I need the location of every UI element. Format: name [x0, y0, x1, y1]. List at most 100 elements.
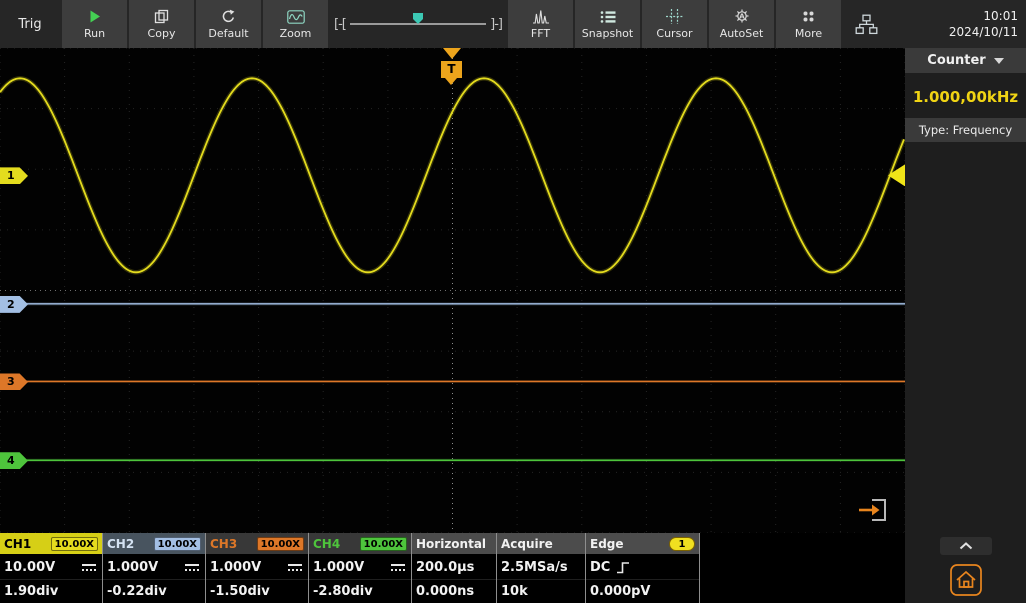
channel-label: CH2 — [107, 536, 135, 551]
graticule-and-traces — [0, 48, 905, 533]
sample-rate-row: 2.5MSa/s — [497, 555, 585, 579]
vertical-offset: -1.50div — [210, 584, 270, 599]
slider-right-bracket: ]-] — [490, 16, 503, 32]
vertical-offset: 1.90div — [4, 584, 59, 599]
reset-icon — [221, 8, 236, 24]
ch1-scale-row: 10.00V — [0, 555, 102, 579]
lan-topology-icon[interactable] — [843, 0, 889, 48]
ch4-status-tile[interactable]: CH4 10.00X 1.000V -2.80div — [309, 533, 412, 603]
play-icon — [87, 8, 102, 24]
trigger-status-tile[interactable]: Edge 1 DC 0.000pV — [586, 533, 700, 603]
run-button[interactable]: Run — [62, 0, 127, 48]
autoset-button[interactable]: A AutoSet — [709, 0, 774, 48]
probe-factor-badge: 10.00X — [359, 536, 407, 551]
probe-factor-badge: 10.00X — [50, 536, 98, 551]
ch2-status-header: CH2 10.00X — [103, 533, 205, 555]
force-trigger-icon[interactable] — [857, 497, 889, 523]
ch4-marker-label: 4 — [7, 454, 15, 468]
horizontal-label: Horizontal — [416, 536, 487, 551]
acquire-status-header: Acquire — [497, 533, 585, 555]
ch3-marker-label: 3 — [7, 375, 15, 389]
autoset-label: AutoSet — [719, 27, 764, 40]
probe-factor-badge: 10.00X — [153, 536, 201, 551]
vertical-offset: -0.22div — [107, 584, 167, 599]
measure-sidebar: Counter 1.000,00kHz Type: Frequency — [905, 48, 1026, 603]
trigger-coupling-row: DC — [586, 555, 699, 579]
counter-value: 1.000,00kHz — [912, 88, 1019, 106]
ch3-offset-row: -1.50div — [206, 579, 308, 603]
ch3-status-header: CH3 10.00X — [206, 533, 308, 555]
ch2-offset-row: -0.22div — [103, 579, 205, 603]
dc-coupling-icon — [288, 563, 302, 572]
horizontal-status-header: Horizontal — [412, 533, 496, 555]
top-toolbar: Trig Run Copy Default Zoom [-[ ]-] FFT S… — [0, 0, 1026, 48]
default-label: Default — [208, 27, 249, 40]
ch3-scale-row: 1.000V — [206, 555, 308, 579]
trigger-source-badge: 1 — [669, 536, 695, 551]
copy-icon — [154, 8, 169, 24]
chevron-up-icon — [959, 542, 972, 550]
ch1-marker-label: 1 — [7, 169, 15, 183]
dc-coupling-icon — [185, 563, 199, 572]
default-button[interactable]: Default — [196, 0, 261, 48]
run-label: Run — [83, 27, 106, 40]
status-bar: CH1 10.00X 10.00V 1.90div CH2 10.00X 1.0… — [0, 533, 905, 603]
counter-dropdown[interactable]: Counter — [905, 48, 1026, 73]
more-button[interactable]: More — [776, 0, 841, 48]
horizontal-status-tile[interactable]: Horizontal 200.0µs 0.000ns — [412, 533, 497, 603]
channel-label: CH4 — [313, 536, 341, 551]
clock-time: 10:01 — [983, 8, 1018, 23]
vertical-scale: 1.000V — [313, 559, 365, 575]
snapshot-button[interactable]: Snapshot — [575, 0, 640, 48]
svg-text:A: A — [739, 13, 745, 21]
cursor-button[interactable]: Cursor — [642, 0, 707, 48]
collapse-up-button[interactable] — [939, 537, 992, 555]
trigger-level-value: 0.000pV — [590, 584, 651, 599]
channel-label: CH1 — [4, 536, 32, 551]
trigger-type-label: Edge — [590, 536, 624, 551]
timebase-value: 200.0µs — [416, 559, 475, 575]
timebase-row: 200.0µs — [412, 555, 496, 579]
trig-menu[interactable]: Trig — [0, 0, 60, 48]
trigger-level-row: 0.000pV — [586, 579, 699, 603]
probe-factor-badge: 10.00X — [256, 536, 304, 551]
vertical-offset: -2.80div — [313, 584, 373, 599]
channel-label: CH3 — [210, 536, 238, 551]
vertical-scale: 1.000V — [107, 559, 159, 575]
memory-depth-value: 10k — [501, 584, 528, 599]
copy-label: Copy — [147, 27, 176, 40]
ch3-status-tile[interactable]: CH3 10.00X 1.000V -1.50div — [206, 533, 309, 603]
delay-value: 0.000ns — [416, 584, 475, 599]
display-column: T 1 2 3 4 CH1 10.00X 10.00V 1.90div CH2 … — [0, 48, 905, 603]
rising-edge-icon — [617, 561, 630, 573]
slider-left-bracket: [-[ — [334, 16, 347, 32]
cursor-icon — [666, 8, 683, 24]
copy-button[interactable]: Copy — [129, 0, 194, 48]
waveform-display[interactable]: T 1 2 3 4 — [0, 48, 905, 533]
clock: 10:01 2024/10/11 — [949, 0, 1026, 48]
slider-thumb-icon[interactable] — [413, 13, 423, 24]
ch4-status-header: CH4 10.00X — [309, 533, 411, 555]
fft-button[interactable]: FFT — [508, 0, 573, 48]
oscilloscope-app: Trig Run Copy Default Zoom [-[ ]-] FFT S… — [0, 0, 1026, 603]
trigger-coupling-value: DC — [590, 559, 611, 575]
ch4-scale-row: 1.000V — [309, 555, 411, 579]
more-label: More — [794, 27, 823, 40]
slider-track[interactable] — [349, 13, 487, 25]
vertical-scale: 1.000V — [210, 559, 262, 575]
ch1-status-header: CH1 10.00X — [0, 533, 102, 555]
sample-rate-value: 2.5MSa/s — [501, 559, 568, 575]
zoom-button[interactable]: Zoom — [263, 0, 328, 48]
ch1-offset-row: 1.90div — [0, 579, 102, 603]
acquire-status-tile[interactable]: Acquire 2.5MSa/s 10k — [497, 533, 586, 603]
fft-label: FFT — [530, 27, 551, 40]
trigger-position-marker[interactable] — [443, 48, 461, 59]
fft-icon — [532, 8, 550, 24]
trigger-flag[interactable]: T — [441, 61, 462, 85]
vertical-scale: 10.00V — [4, 559, 56, 575]
home-button[interactable] — [949, 563, 983, 597]
horizontal-position-slider[interactable]: [-[ ]-] — [330, 0, 506, 48]
ch1-status-tile[interactable]: CH1 10.00X 10.00V 1.90div — [0, 533, 103, 603]
ch2-status-tile[interactable]: CH2 10.00X 1.000V -0.22div — [103, 533, 206, 603]
